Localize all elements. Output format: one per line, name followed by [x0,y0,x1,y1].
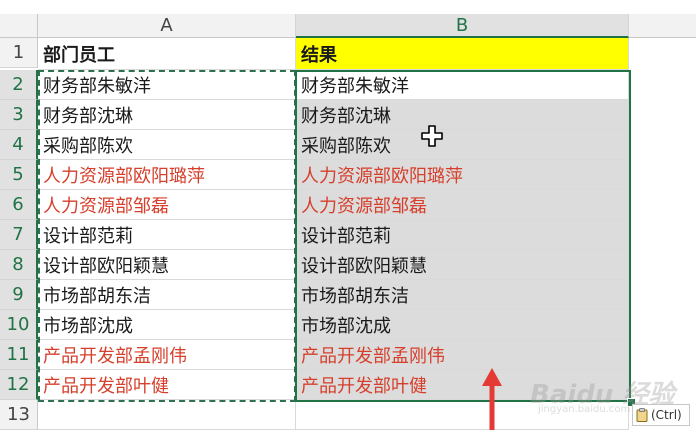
cell-a6[interactable]: 人力资源部邹磊 [38,190,296,220]
cross-move-cursor-icon [421,125,443,147]
cell-a9[interactable]: 市场部胡东洁 [38,280,296,310]
cell-b10[interactable]: 市场部沈成 [296,310,629,340]
row-number: 4 [12,134,24,155]
cell-a12[interactable]: 产品开发部叶健 [38,370,296,400]
cell-a4[interactable]: 采购部陈欢 [38,130,296,160]
row-number: 6 [12,194,24,215]
row-number: 8 [12,254,24,275]
column-header-a-label: A [160,15,173,36]
column-header-filler [629,14,696,38]
select-all-corner[interactable] [0,14,38,38]
cell-b4[interactable]: 采购部陈欢 [296,130,629,160]
cell-a11[interactable]: 产品开发部孟刚伟 [38,340,296,370]
paste-options-label: (Ctrl) [651,408,682,422]
row-header-10[interactable]: 10 [0,310,38,340]
row-number: 1 [12,42,25,63]
cell-b11[interactable]: 产品开发部孟刚伟 [296,340,629,370]
row-header-4[interactable]: 4 [0,130,38,160]
cell-a8[interactable]: 设计部欧阳颖慧 [38,250,296,280]
cell-a1[interactable]: 部门员工 [38,38,296,70]
cell-b6[interactable]: 人力资源部邹磊 [296,190,629,220]
cell-b7[interactable]: 设计部范莉 [296,220,629,250]
row-header-8[interactable]: 8 [0,250,38,280]
column-header-b[interactable]: B [296,14,629,38]
row-header-5[interactable]: 5 [0,160,38,190]
row-number: 7 [12,224,24,245]
row-header-11[interactable]: 11 [0,340,38,370]
row-number: 13 [7,404,30,425]
clipboard-icon [636,408,648,422]
column-header-a[interactable]: A [38,14,296,38]
row-number: 11 [6,344,30,365]
row-header-9[interactable]: 9 [0,280,38,310]
cell-b3[interactable]: 财务部沈琳 [296,100,629,130]
cell-a10[interactable]: 市场部沈成 [38,310,296,340]
cell-b2[interactable]: 财务部朱敏洋 [296,70,629,100]
row-header-1[interactable]: 1 [0,38,38,68]
cell-a3[interactable]: 财务部沈琳 [38,100,296,130]
cell-b5[interactable]: 人力资源部欧阳璐萍 [296,160,629,190]
row-number: 2 [12,74,24,95]
row-number: 10 [6,314,30,335]
row-header-12[interactable]: 12 [0,370,38,400]
row-header-2[interactable]: 2 [0,70,38,100]
cell-b8[interactable]: 设计部欧阳颖慧 [296,250,629,280]
row-header-13[interactable]: 13 [0,400,38,430]
cell-b12[interactable]: 产品开发部叶健 [296,370,629,400]
cell-b13[interactable] [296,400,629,430]
cell-a5[interactable]: 人力资源部欧阳璐萍 [38,160,296,190]
cell-a2[interactable]: 财务部朱敏洋 [38,70,296,100]
cell-b9[interactable]: 市场部胡东洁 [296,280,629,310]
row-number: 5 [12,164,24,185]
up-arrow-icon [482,368,502,430]
column-header-b-label: B [455,14,469,36]
row-header-6[interactable]: 6 [0,190,38,220]
cell-b1[interactable]: 结果 [296,38,629,70]
row-number: 12 [6,374,30,395]
cell-a13[interactable] [38,400,296,430]
cell-a7[interactable]: 设计部范莉 [38,220,296,250]
row-header-3[interactable]: 3 [0,100,38,130]
spreadsheet: A B 1 2 3 4 5 6 7 8 9 10 11 12 13 部门员工 结… [0,0,696,437]
paste-options-button[interactable]: (Ctrl) [632,404,690,426]
row-number: 3 [12,104,24,125]
row-header-7[interactable]: 7 [0,220,38,250]
row-number: 9 [12,284,24,305]
